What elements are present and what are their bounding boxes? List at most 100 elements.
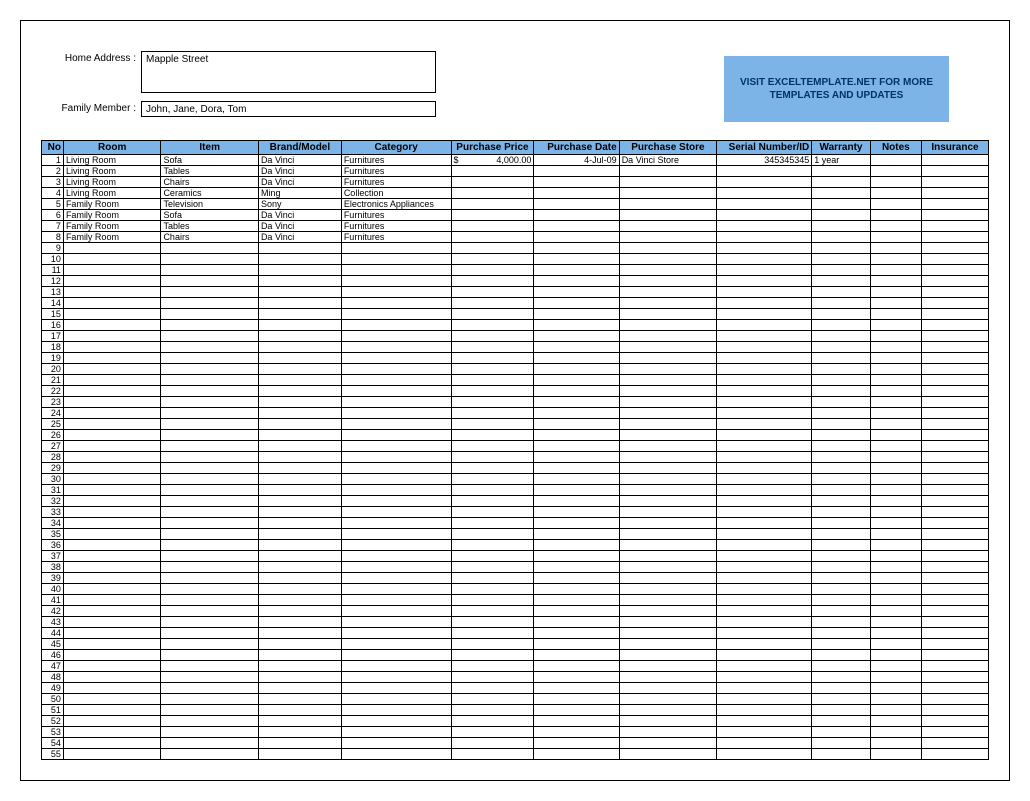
cell[interactable] (63, 617, 161, 628)
cell[interactable]: 6 (42, 210, 64, 221)
cell[interactable] (921, 661, 988, 672)
cell[interactable] (341, 562, 451, 573)
cell[interactable] (812, 452, 871, 463)
cell[interactable] (161, 309, 259, 320)
cell[interactable] (258, 298, 341, 309)
cell[interactable] (534, 188, 619, 199)
cell[interactable] (63, 419, 161, 430)
cell[interactable] (921, 397, 988, 408)
cell[interactable] (161, 441, 259, 452)
cell[interactable] (812, 716, 871, 727)
cell[interactable]: Da Vinci (258, 177, 341, 188)
cell[interactable] (451, 353, 534, 364)
cell[interactable] (451, 243, 534, 254)
cell[interactable] (63, 628, 161, 639)
cell[interactable] (451, 298, 534, 309)
cell[interactable] (258, 529, 341, 540)
cell[interactable] (921, 694, 988, 705)
cell[interactable] (870, 210, 921, 221)
cell[interactable]: 34 (42, 518, 64, 529)
cell[interactable] (258, 397, 341, 408)
cell[interactable] (717, 573, 812, 584)
cell[interactable] (717, 617, 812, 628)
cell[interactable] (341, 386, 451, 397)
cell[interactable] (451, 408, 534, 419)
cell[interactable] (63, 672, 161, 683)
cell[interactable] (534, 716, 619, 727)
cell[interactable] (341, 529, 451, 540)
cell[interactable] (534, 232, 619, 243)
cell[interactable]: 45 (42, 639, 64, 650)
cell[interactable] (341, 584, 451, 595)
cell[interactable] (161, 430, 259, 441)
cell[interactable] (161, 661, 259, 672)
cell[interactable] (258, 727, 341, 738)
cell[interactable] (717, 199, 812, 210)
cell[interactable] (161, 408, 259, 419)
cell[interactable]: 24 (42, 408, 64, 419)
cell[interactable] (870, 386, 921, 397)
cell[interactable] (717, 364, 812, 375)
cell[interactable] (534, 364, 619, 375)
cell[interactable] (619, 617, 717, 628)
cell[interactable] (921, 573, 988, 584)
cell[interactable] (161, 496, 259, 507)
col-header-room[interactable]: Room (63, 141, 161, 155)
cell[interactable] (63, 738, 161, 749)
cell[interactable] (341, 353, 451, 364)
cell[interactable] (921, 243, 988, 254)
cell[interactable] (619, 166, 717, 177)
cell[interactable] (63, 639, 161, 650)
cell[interactable]: 54 (42, 738, 64, 749)
cell[interactable] (341, 375, 451, 386)
cell[interactable] (258, 254, 341, 265)
cell[interactable]: 12 (42, 276, 64, 287)
cell[interactable] (534, 199, 619, 210)
cell[interactable] (870, 650, 921, 661)
cell[interactable] (812, 243, 871, 254)
cell[interactable] (63, 287, 161, 298)
cell[interactable] (717, 265, 812, 276)
cell[interactable] (341, 463, 451, 474)
cell[interactable] (619, 232, 717, 243)
cell[interactable] (812, 254, 871, 265)
cell[interactable] (341, 540, 451, 551)
cell[interactable] (812, 562, 871, 573)
cell[interactable] (812, 199, 871, 210)
cell[interactable] (534, 606, 619, 617)
cell[interactable] (619, 672, 717, 683)
cell[interactable] (451, 276, 534, 287)
col-header-no[interactable]: No (42, 141, 64, 155)
cell[interactable] (921, 606, 988, 617)
cell[interactable]: $4,000.00 (451, 155, 534, 166)
cell[interactable] (717, 386, 812, 397)
cell[interactable] (619, 573, 717, 584)
cell[interactable] (870, 276, 921, 287)
cell[interactable]: Family Room (63, 221, 161, 232)
cell[interactable] (341, 705, 451, 716)
cell[interactable] (534, 452, 619, 463)
cell[interactable] (161, 463, 259, 474)
cell[interactable] (870, 287, 921, 298)
cell[interactable] (341, 430, 451, 441)
cell[interactable]: 345345345 (717, 155, 812, 166)
cell[interactable] (161, 595, 259, 606)
cell[interactable] (921, 474, 988, 485)
cell[interactable] (534, 342, 619, 353)
cell[interactable] (451, 364, 534, 375)
col-header-category[interactable]: Category (341, 141, 451, 155)
cell[interactable] (812, 221, 871, 232)
cell[interactable] (870, 408, 921, 419)
cell[interactable] (717, 298, 812, 309)
cell[interactable] (534, 353, 619, 364)
cell[interactable] (619, 430, 717, 441)
cell[interactable] (258, 320, 341, 331)
cell[interactable] (619, 452, 717, 463)
cell[interactable] (63, 265, 161, 276)
cell[interactable] (717, 749, 812, 760)
cell[interactable] (619, 221, 717, 232)
cell[interactable]: Furnitures (341, 155, 451, 166)
cell[interactable] (921, 562, 988, 573)
cell[interactable] (63, 705, 161, 716)
cell[interactable] (258, 595, 341, 606)
